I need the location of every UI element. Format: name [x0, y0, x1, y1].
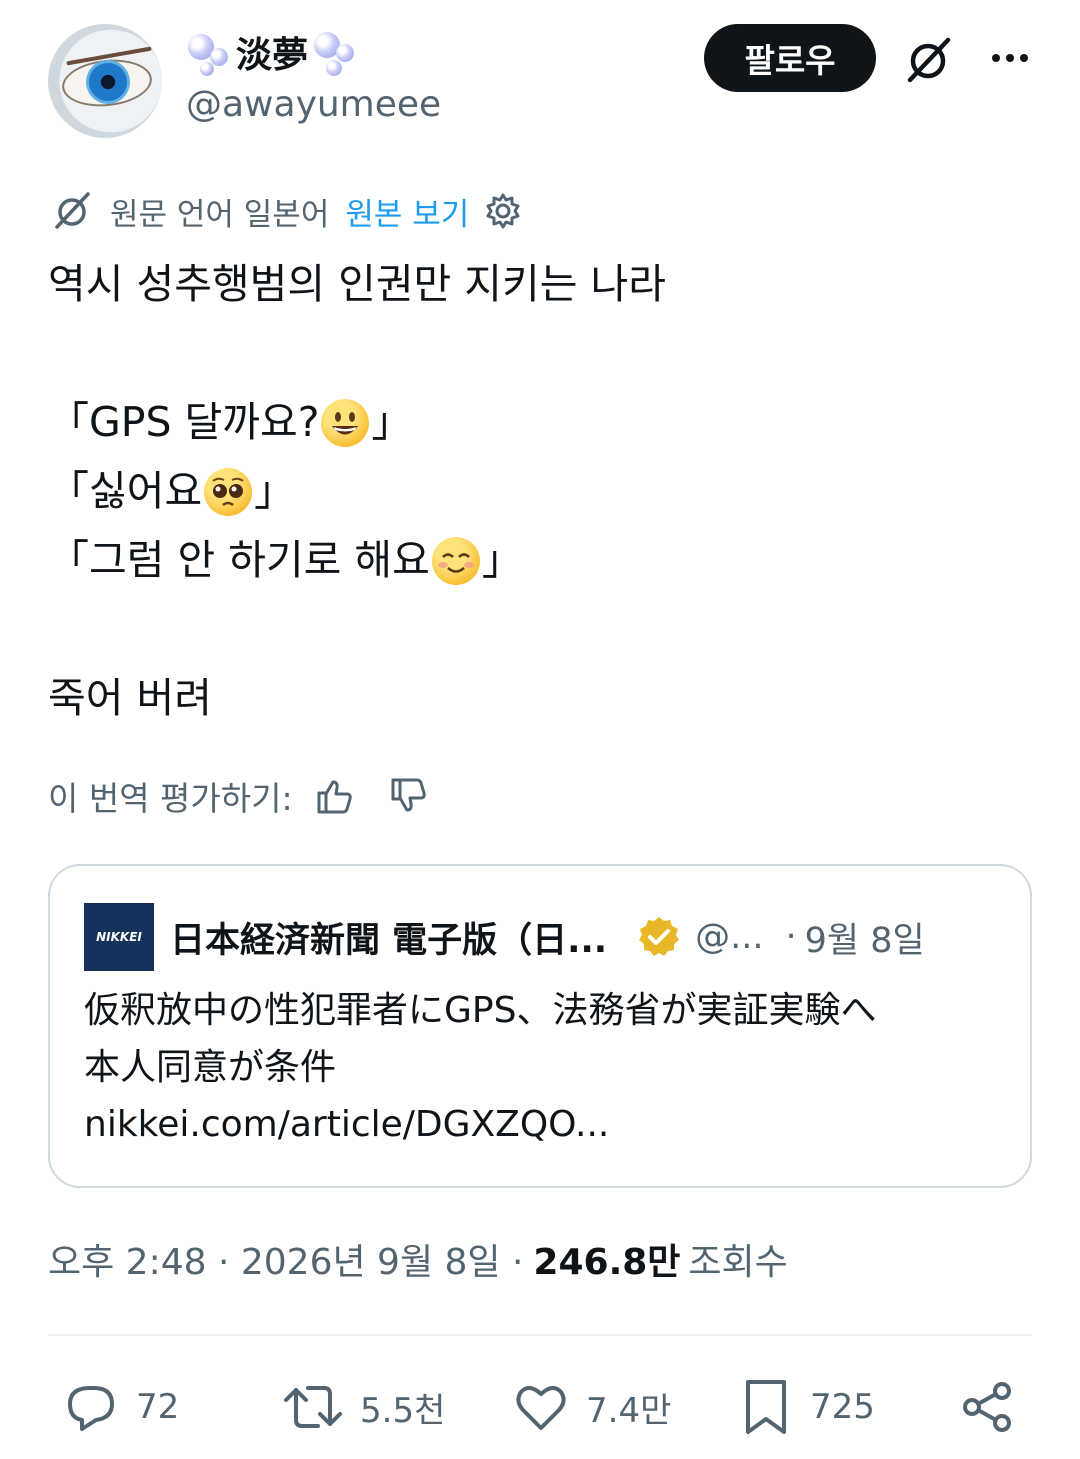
reply-button[interactable]: 72	[62, 1372, 179, 1442]
heart-icon	[512, 1378, 570, 1436]
verified-badge-icon	[637, 915, 681, 959]
follow-button[interactable]: 팔로우	[704, 24, 876, 92]
tweet-line-text: 「GPS 달까요?	[48, 398, 320, 446]
action-bar: 72 5.5천 7.4만 725	[48, 1372, 1032, 1442]
nikkei-logo: NIKKEI	[84, 903, 154, 971]
grok-icon[interactable]	[898, 30, 958, 90]
quoted-line: 本人同意が条件	[84, 1047, 337, 1088]
rate-translation-label: 이 번역 평가하기:	[48, 779, 293, 818]
repost-count: 5.5천	[360, 1390, 446, 1431]
share-button[interactable]	[958, 1372, 1016, 1442]
repost-icon	[282, 1378, 344, 1436]
reply-icon	[62, 1378, 120, 1436]
quoted-tweet-date: 9월 8일	[804, 920, 925, 961]
like-button[interactable]: 7.4만	[512, 1372, 671, 1442]
pleading-face-emoji	[204, 467, 253, 516]
thumbs-up-icon[interactable]	[315, 776, 355, 816]
tweet-line: 「GPS 달까요? 」	[48, 388, 1038, 457]
reply-count: 72	[136, 1387, 180, 1427]
view-count-label: 조회수	[688, 1242, 788, 1283]
separator-dot: ·	[785, 917, 797, 957]
view-original-link[interactable]: 원본 보기	[345, 189, 469, 234]
display-name-row[interactable]: 淡夢	[186, 26, 358, 78]
tweet-line: 역시 성추행범의 인권만 지키는 나라	[48, 260, 666, 308]
like-count: 7.4만	[586, 1390, 672, 1431]
tweet-timestamp[interactable]: 오후 2:48 · 2026년 9월 8일 ·	[48, 1233, 523, 1285]
display-name: 淡夢	[236, 35, 309, 76]
tweet-line-text: 」	[481, 536, 523, 584]
divider	[48, 1334, 1032, 1336]
bubble-icon	[186, 28, 236, 76]
quoted-tweet-card[interactable]: NIKKEI 日本経済新聞 電子版（日... @... · 9월 8일 仮釈放中…	[48, 864, 1032, 1188]
quoted-author-name: 日本経済新聞 電子版（日...	[170, 920, 608, 961]
quoted-tweet-body: 仮釈放中の性犯罪者にGPS、法務省が実証実験へ 本人同意が条件 nikkei.c…	[84, 982, 1004, 1153]
bookmark-count: 725	[810, 1387, 875, 1427]
tweet-text: 역시 성추행범의 인권만 지키는 나라 「GPS 달까요? 」 「싫어요 」 「…	[48, 250, 1038, 733]
tweet-line: 죽어 버려	[48, 674, 212, 722]
repost-button[interactable]: 5.5천	[282, 1372, 445, 1442]
bubble-icon	[308, 28, 358, 76]
tweet-line: 「그럼 안 하기로 해요 」	[48, 526, 1038, 595]
tweet-line: 「싫어요 」	[48, 457, 1038, 526]
bookmark-icon	[738, 1376, 794, 1438]
bookmark-button[interactable]: 725	[738, 1372, 875, 1442]
rate-translation-row: 이 번역 평가하기:	[48, 770, 429, 822]
quoted-tweet-header: NIKKEI 日本経済新聞 電子版（日... @... · 9월 8일	[84, 902, 1004, 972]
tweet-line-text: 」	[254, 467, 296, 515]
gear-icon[interactable]	[483, 191, 523, 231]
grinning-face-emoji	[321, 398, 370, 447]
tweet-line-text: 「그럼 안 하기로 해요	[48, 536, 430, 584]
tweet-line-text: 」	[371, 398, 413, 446]
smiling-face-emoji	[431, 536, 480, 585]
thumbs-down-icon[interactable]	[389, 776, 429, 816]
grok-translate-icon	[50, 189, 94, 233]
user-handle[interactable]: @awayumeee	[186, 84, 441, 125]
quoted-author-handle: @...	[695, 917, 764, 957]
tweet-line-text: 「싫어요	[48, 467, 203, 515]
tweet-meta: 오후 2:48 · 2026년 9월 8일 · 246.8만 조회수	[48, 1232, 788, 1286]
translation-source-label: 원문 언어 일본어	[110, 196, 330, 233]
avatar[interactable]	[48, 24, 162, 138]
more-dots-icon[interactable]	[980, 30, 1040, 86]
share-icon	[958, 1378, 1016, 1436]
translation-row: 원문 언어 일본어 원본 보기	[50, 188, 523, 234]
avatar-iris	[86, 60, 130, 104]
quoted-link: nikkei.com/article/DGXZQO...	[84, 1104, 610, 1145]
quoted-line: 仮釈放中の性犯罪者にGPS、法務省が実証実験へ	[84, 990, 877, 1031]
view-count: 246.8만	[533, 1242, 681, 1283]
